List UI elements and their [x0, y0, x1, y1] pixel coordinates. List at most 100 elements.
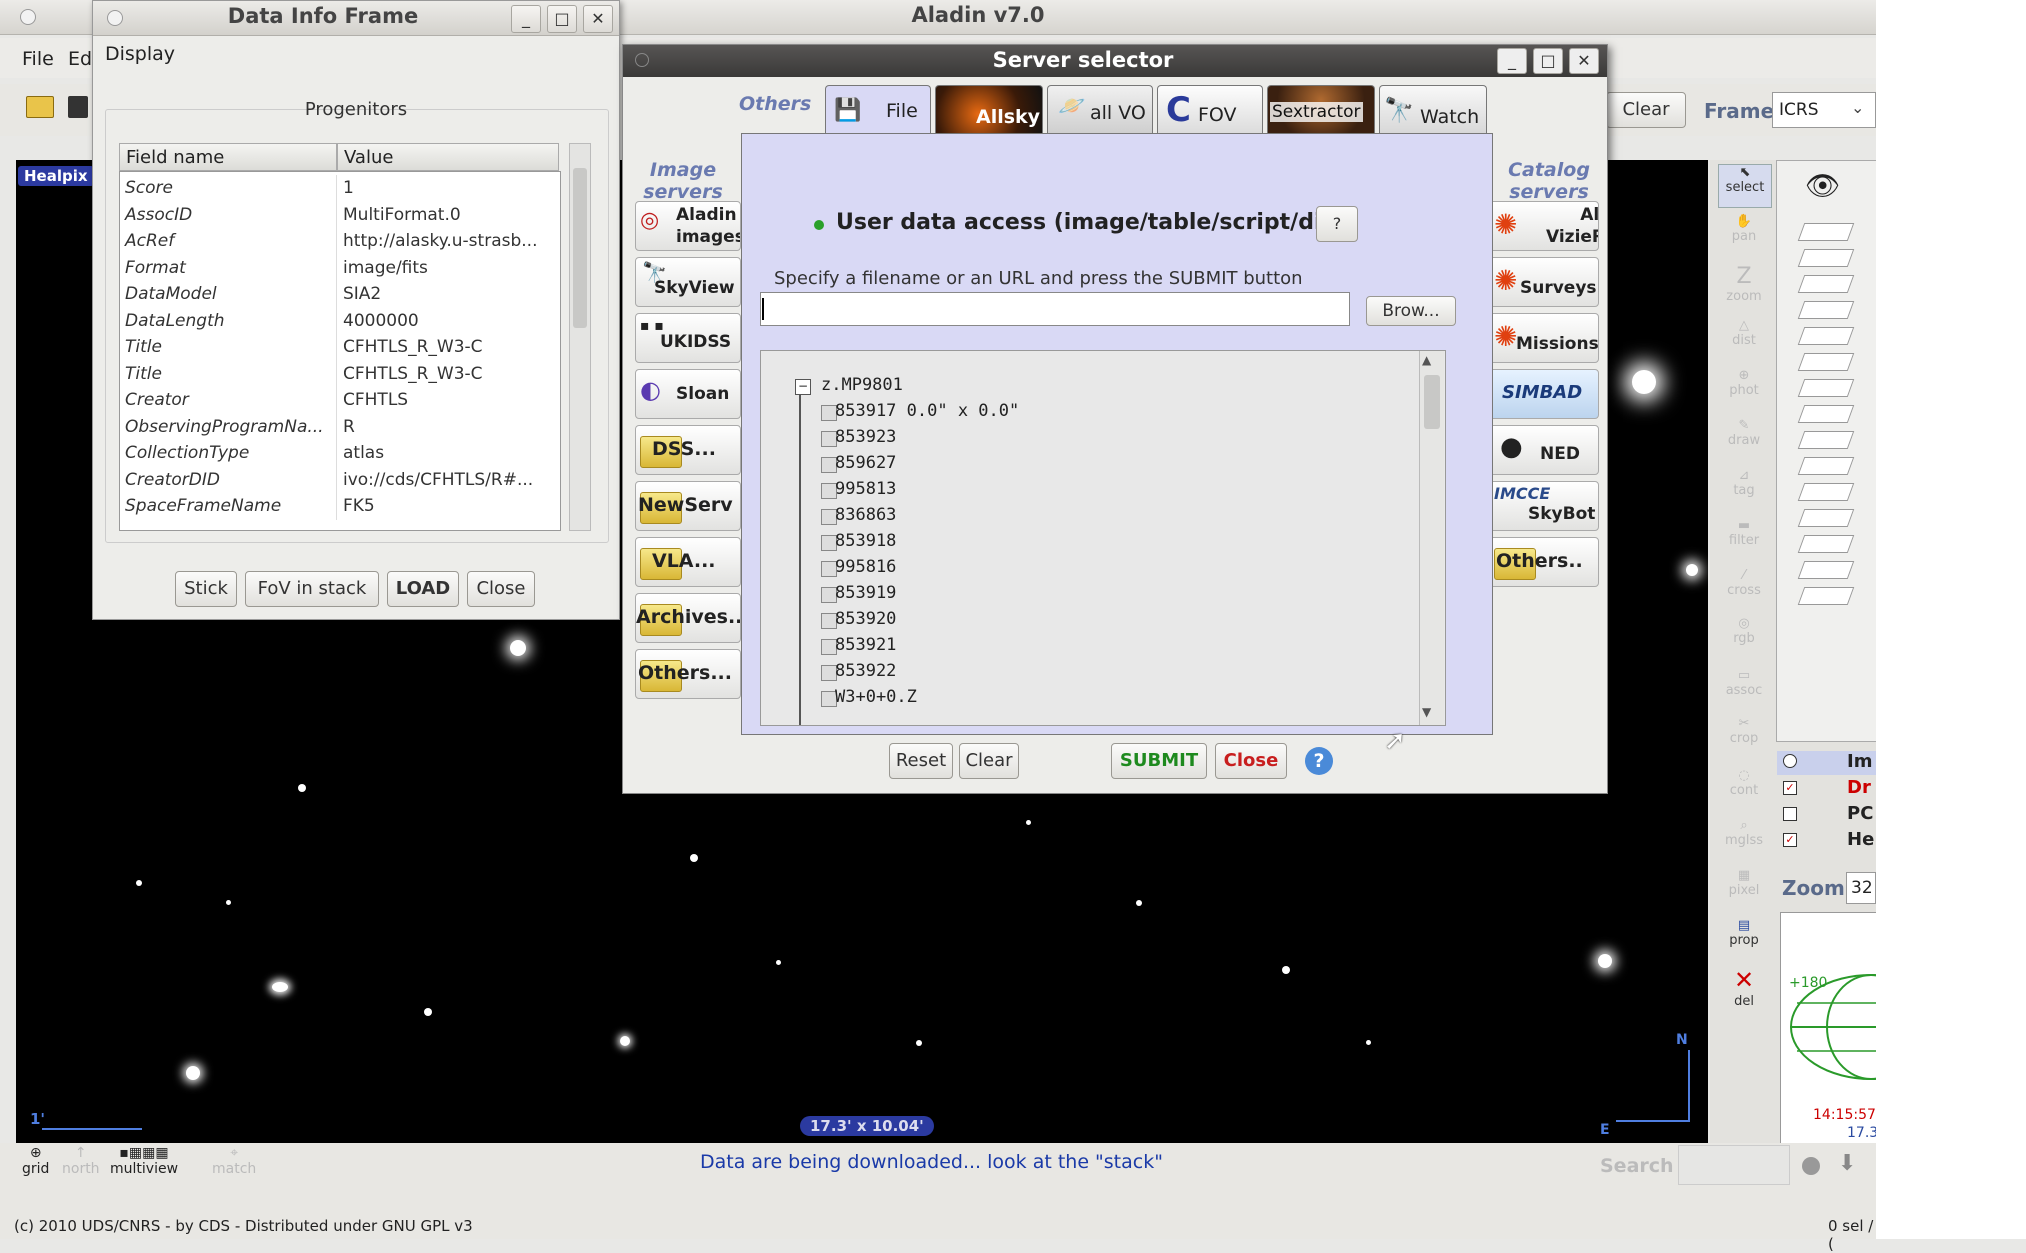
tool-cross[interactable]: ⁄ cross [1718, 568, 1770, 598]
open-folder-icon[interactable] [26, 96, 54, 118]
grid-toggle[interactable]: ⊕ grid [22, 1145, 49, 1177]
layer-checkbox[interactable] [1783, 807, 1797, 821]
tool-crop[interactable]: ✂ crop [1718, 716, 1770, 746]
multiview-selector[interactable]: ▪▦▦▦ multiview [110, 1145, 178, 1177]
table-row[interactable]: SpaceFrameName FK5 [119, 493, 559, 520]
scroll-down-icon[interactable]: ▼ [1422, 705, 1431, 719]
tree-item[interactable]: 853917 0.0" x 0.0" [835, 401, 1019, 421]
tool-mglss[interactable]: ⌕ mglss [1718, 818, 1770, 848]
catalog-surveys[interactable]: ✺ Surveys [1489, 257, 1599, 307]
clear-button[interactable]: Clear [959, 743, 1019, 779]
column-header-field[interactable]: Field name [119, 143, 337, 171]
minimize-icon[interactable]: _ [511, 5, 541, 33]
tool-dist[interactable]: △ dist [1718, 318, 1770, 348]
close-icon[interactable]: ✕ [1569, 48, 1599, 74]
browse-button[interactable]: Brow... [1366, 296, 1456, 326]
tool-prop[interactable]: ▤ prop [1718, 918, 1770, 948]
server-newserv[interactable]: NewServ [635, 481, 741, 531]
fov-in-stack-button[interactable]: FoV in stack [245, 571, 379, 607]
url-input[interactable] [760, 292, 1350, 326]
tree-item[interactable]: 995813 [835, 479, 896, 499]
save-icon[interactable] [68, 96, 88, 118]
catalog-vizier[interactable]: ✺ All VizieR [1489, 201, 1599, 251]
stick-button[interactable]: Stick [175, 571, 237, 607]
server-aladin-images[interactable]: ◎ Aladin images [635, 201, 741, 251]
tab-sextractor[interactable]: Sextractor [1267, 85, 1375, 133]
tree-item[interactable]: 853923 [835, 427, 896, 447]
tree-item[interactable]: 853919 [835, 583, 896, 603]
column-header-value[interactable]: Value [337, 143, 559, 171]
tool-rgb[interactable]: ◎ rgb [1718, 616, 1770, 646]
submit-button[interactable]: SUBMIT [1111, 743, 1207, 779]
server-skyview[interactable]: 🔭 SkyView [635, 257, 741, 307]
table-row[interactable]: AcRef http://alasky.u-strasb... [119, 228, 559, 255]
target-icon[interactable] [1802, 1157, 1820, 1175]
reset-button[interactable]: Reset [889, 743, 953, 779]
collapse-icon[interactable]: − [795, 379, 811, 395]
server-sloan[interactable]: ◐ Sloan [635, 369, 741, 419]
tool-pixel[interactable]: ▦ pixel [1718, 868, 1770, 898]
match-toggle[interactable]: ⌖ match [212, 1145, 256, 1177]
zoom-input[interactable]: 32 [1846, 872, 1876, 904]
north-toggle[interactable]: ↑ north [62, 1145, 100, 1177]
tool-del[interactable]: ✕ del [1718, 966, 1770, 1009]
tool-draw[interactable]: ✎ draw [1718, 418, 1770, 448]
scroll-up-icon[interactable]: ▲ [1422, 353, 1431, 367]
table-row[interactable]: AssocID MultiFormat.0 [119, 201, 559, 228]
catalog-simbad[interactable]: SIMBAD [1489, 369, 1599, 419]
tree-item[interactable]: 859627 [835, 453, 896, 473]
table-row[interactable]: Format image/fits [119, 254, 559, 281]
tool-tag[interactable]: ⊿ tag [1718, 468, 1770, 498]
tool-phot[interactable]: ⊕ phot [1718, 368, 1770, 398]
tree-item[interactable]: 853920 [835, 609, 896, 629]
clear-button[interactable]: Clear [1606, 92, 1686, 128]
table-scrollbar[interactable] [569, 143, 591, 531]
tool-select[interactable]: ⬉ select [1718, 164, 1772, 208]
table-row[interactable]: DataModel SIA2 [119, 281, 559, 308]
tab-all-vo[interactable]: 🪐 all VO [1047, 85, 1153, 133]
tab-file[interactable]: 💾 File [825, 85, 931, 135]
menu-edit[interactable]: Ed [68, 48, 92, 70]
tab-fov[interactable]: C FOV [1157, 85, 1263, 133]
ss-close-button[interactable]: Close [1215, 743, 1287, 779]
server-ukidss[interactable]: ▪ ▪ UKIDSS [635, 313, 741, 363]
minimize-icon[interactable]: _ [1497, 48, 1527, 74]
tool-pan[interactable]: ✋ pan [1718, 214, 1770, 244]
eye-icon[interactable]: 👁 [1805, 169, 1841, 202]
frame-select[interactable]: ICRS ⌄ [1772, 92, 1876, 128]
table-row[interactable]: ObservingProgramNa... R [119, 413, 559, 440]
stack-layer-drawing[interactable]: ✓ Dr [1777, 777, 1877, 801]
catalog-ned[interactable]: ● NED [1489, 425, 1599, 475]
scrollbar-thumb[interactable] [573, 168, 587, 328]
close-icon[interactable]: ✕ [583, 5, 613, 33]
tree-item[interactable]: 995816 [835, 557, 896, 577]
layer-checkbox[interactable]: ✓ [1783, 833, 1797, 847]
tree-scrollbar[interactable]: ▲ ▼ [1419, 351, 1444, 725]
table-row[interactable]: Creator CFHTLS [119, 387, 559, 414]
tab-allsky[interactable]: Allsky [935, 85, 1043, 133]
maximize-icon[interactable]: □ [547, 5, 577, 33]
server-vla[interactable]: VLA... [635, 537, 741, 587]
load-button[interactable]: LOAD [387, 571, 459, 607]
server-dss[interactable]: DSS... [635, 425, 741, 475]
table-row[interactable]: Score 1 [119, 175, 559, 202]
tool-assoc[interactable]: ▭ assoc [1718, 668, 1770, 698]
help-icon[interactable]: ? [1305, 747, 1333, 775]
server-archives[interactable]: Archives... [635, 593, 741, 643]
stack-layer-image[interactable]: Im [1777, 751, 1877, 775]
tree-item[interactable]: 836863 [835, 505, 896, 525]
overview-panel[interactable]: +180 14:15:57. 17.3 [1780, 912, 1952, 1144]
table-row[interactable]: DataLength 4000000 [119, 307, 559, 334]
tool-cont[interactable]: ◌ cont [1718, 768, 1770, 798]
table-row[interactable]: CreatorDID ivo://cds/CFHTLS/R#... [119, 466, 559, 493]
tool-zoom[interactable]: Zzoom [1718, 264, 1770, 304]
tree-item[interactable]: 853922 [835, 661, 896, 681]
tab-watch[interactable]: 🔭 Watch [1379, 85, 1487, 133]
layer-radio[interactable] [1783, 754, 1797, 768]
help-question-button[interactable]: ? [1316, 206, 1358, 242]
catalog-missions[interactable]: ✺ Missions [1489, 313, 1599, 363]
maximize-icon[interactable]: □ [1533, 48, 1563, 74]
download-arrow-icon[interactable]: ⬇ [1838, 1151, 1856, 1176]
chevron-down-icon[interactable]: ⌄ [1851, 98, 1864, 117]
menu-file[interactable]: File [22, 48, 54, 70]
